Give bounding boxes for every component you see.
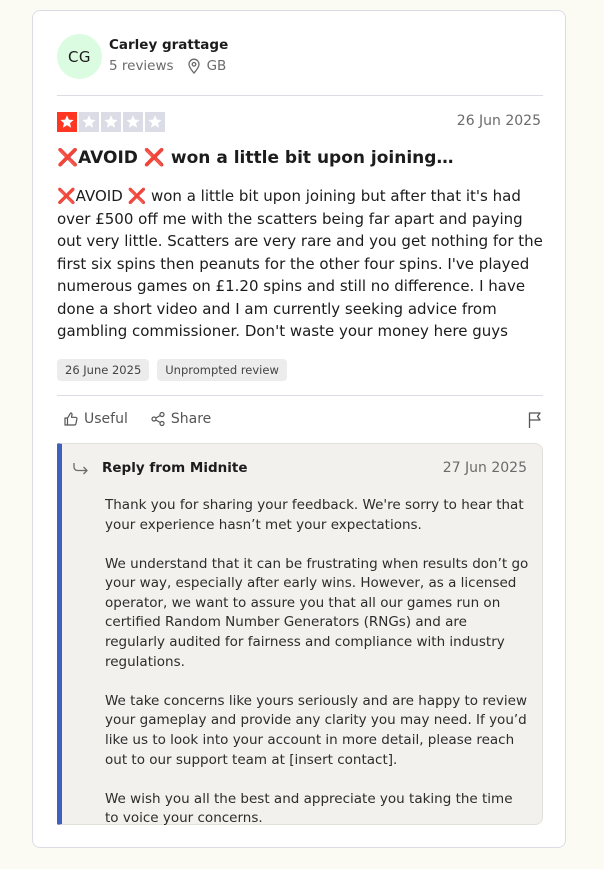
star-empty-icon (79, 112, 99, 132)
experience-date-badge: 26 June 2025 (57, 359, 150, 381)
reply-paragraph: Thank you for sharing your feedback. We'… (105, 497, 524, 533)
star-rating (57, 112, 165, 132)
review-actions: Useful Share (63, 411, 211, 427)
reviewer-name[interactable]: Carley grattage (109, 37, 228, 53)
review-date: 26 Jun 2025 (456, 113, 541, 129)
actions-divider (57, 395, 543, 396)
review-chips: 26 June 2025 Unprompted review (57, 359, 287, 381)
review-card: CG Carley grattage 5 reviews GB 26 Jun 2… (32, 10, 566, 848)
star-empty-icon (145, 112, 165, 132)
unprompted-review-badge[interactable]: Unprompted review (157, 359, 287, 381)
star-empty-icon (101, 112, 121, 132)
review-body: ❌AVOID ❌ won a little bit upon joining b… (57, 187, 543, 340)
reply-paragraph: We wish you all the best and appreciate … (105, 790, 513, 827)
header-divider (57, 95, 543, 96)
star-filled-icon (57, 112, 77, 132)
star-empty-icon (123, 112, 143, 132)
company-reply: Reply from Midnite 27 Jun 2025 Thank you… (57, 443, 543, 826)
reply-paragraph: We understand that it can be frustrating… (105, 555, 529, 670)
reply-date: 27 Jun 2025 (442, 460, 527, 476)
location-pin-icon (187, 58, 201, 74)
useful-button[interactable]: Useful (63, 411, 128, 427)
reviewer-info: Carley grattage 5 reviews GB (109, 37, 228, 74)
share-label: Share (170, 411, 212, 427)
report-flag-icon[interactable] (527, 411, 543, 429)
reply-text: Thank you for sharing your feedback. We'… (105, 496, 530, 848)
useful-label: Useful (84, 411, 128, 427)
reviewer-meta: 5 reviews GB (109, 58, 228, 74)
reply-arrow-icon (72, 461, 90, 475)
reply-from: Reply from Midnite (102, 460, 248, 476)
reply-paragraph: We take concerns like yours seriously an… (105, 692, 528, 768)
reply-header: Reply from Midnite 27 Jun 2025 (72, 460, 527, 476)
reviews-count: 5 reviews (109, 57, 174, 74)
thumbs-up-icon (63, 411, 79, 427)
review-title[interactable]: ❌AVOID ❌ won a little bit upon joining… (57, 148, 543, 168)
reviewer-header: CG Carley grattage 5 reviews GB (57, 34, 228, 79)
share-icon (150, 411, 166, 427)
avatar[interactable]: CG (57, 34, 102, 79)
share-button[interactable]: Share (150, 411, 211, 427)
reviewer-country: GB (206, 57, 227, 74)
